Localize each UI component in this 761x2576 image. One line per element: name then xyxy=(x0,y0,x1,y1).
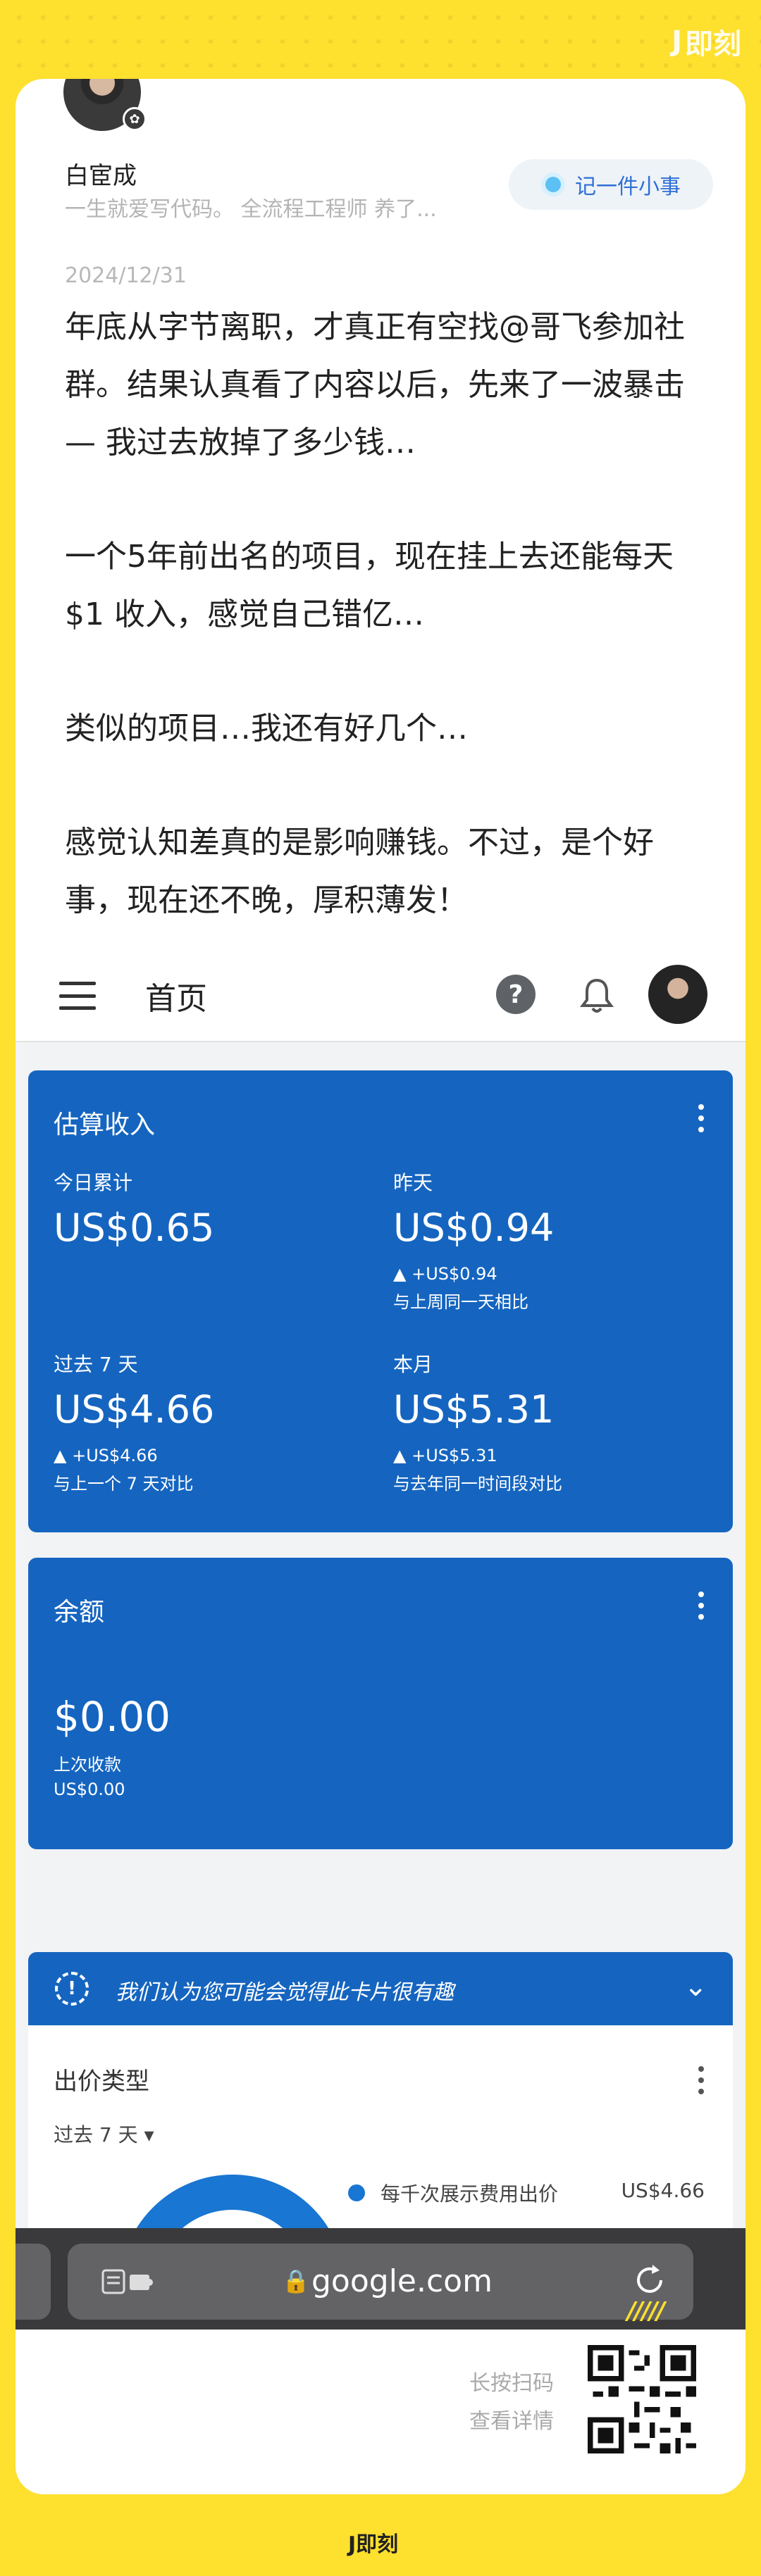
jike-logo-icon: J xyxy=(672,25,682,58)
metric-value: US$5.31 xyxy=(393,1387,555,1432)
post-paragraph: 年底从字节离职，才真正有空找@哥飞参加社群。结果认真看了内容以后，先来了一波暴击… xyxy=(65,309,685,461)
post-body: 年底从字节离职，才真正有空找@哥飞参加社群。结果认真看了内容以后，先来了一波暴击… xyxy=(65,299,699,930)
tip-text: 我们认为您可能会觉得此卡片很有趣 xyxy=(116,1980,454,2005)
more-vert-icon[interactable] xyxy=(698,1592,705,1620)
last-payment-label: 上次收款 xyxy=(54,1755,121,1775)
metric-label: 过去 7 天 xyxy=(54,1353,138,1376)
brand-logo-bottom: J即刻 xyxy=(348,2527,398,2558)
legend-dot xyxy=(348,2184,365,2201)
scan-line-2: 查看详情 xyxy=(469,2409,554,2434)
more-vert-icon[interactable] xyxy=(698,1104,705,1132)
address-bar[interactable]: 🔒 google.com xyxy=(68,2244,693,2320)
metric-change: ▲ +US$0.94 xyxy=(393,1264,497,1284)
metric-label: 昨天 xyxy=(393,1171,433,1194)
previous-tab[interactable] xyxy=(16,2244,51,2320)
bell-icon[interactable] xyxy=(579,976,614,1014)
metric-today: 今日累计 US$0.65 xyxy=(54,1168,214,1250)
card-title: 出价类型 xyxy=(54,2068,149,2096)
metric-compare: 与上周同一天相比 xyxy=(393,1292,528,1312)
background-pattern xyxy=(0,0,761,77)
decorative-slashes: ///// xyxy=(627,2297,665,2325)
brand-name: 即刻 xyxy=(356,2532,399,2557)
brand-name: 即刻 xyxy=(685,28,741,61)
post-date: 2024/12/31 xyxy=(65,263,187,288)
info-icon: ! xyxy=(55,1972,89,2006)
scan-line-1: 长按扫码 xyxy=(469,2371,554,2396)
author-avatar-wrap[interactable]: ✿ xyxy=(61,79,147,134)
url-text: google.com xyxy=(311,2263,493,2299)
metric-value: US$4.66 xyxy=(54,1387,215,1432)
post-paragraph: 一个5年前出名的项目，现在挂上去还能每天 $1 收入，感觉自己错亿… xyxy=(65,539,674,632)
help-icon[interactable]: ? xyxy=(496,975,536,1014)
metric-change: ▲ +US$5.31 xyxy=(393,1446,497,1465)
balance-metric: $0.00 上次收款 US$0.00 xyxy=(54,1683,171,1799)
post-card: ✿ 白宦成 一生就爱写代码。 全流程工程师 养了... 记一件小事 2024/1… xyxy=(16,79,745,2494)
metric-compare: 与去年同一时间段对比 xyxy=(393,1474,562,1494)
qr-code-icon[interactable] xyxy=(588,2345,696,2453)
post-paragraph: 感觉认知差真的是影响赚钱。不过，是个好事，现在还不晚，厚积薄发！ xyxy=(65,825,654,918)
record-note-button[interactable]: 记一件小事 xyxy=(509,159,713,210)
chevron-down-icon[interactable]: ⌄ xyxy=(683,1970,707,2003)
tip-banner[interactable]: ! 我们认为您可能会觉得此卡片很有趣 ⌄ xyxy=(28,1952,733,2025)
avatar[interactable] xyxy=(648,965,707,1024)
estimated-earnings-card[interactable]: 估算收入 今日累计 US$0.65 昨天 US$0.94 ▲ +US$0.94 … xyxy=(28,1070,733,1532)
last-payment-value: US$0.00 xyxy=(54,1780,125,1799)
metric-change: ▲ +US$4.66 xyxy=(54,1446,158,1465)
note-dot-icon xyxy=(541,173,565,196)
brand-logo-top: J 即刻 xyxy=(672,21,741,62)
record-note-label: 记一件小事 xyxy=(575,175,681,199)
adsense-topbar: 首页 ? xyxy=(16,958,745,1042)
legend-value: US$4.66 xyxy=(621,2179,705,2202)
legend-label: 每千次展示费用出价 xyxy=(380,2182,559,2206)
caret-down-icon: ▾ xyxy=(144,2123,154,2146)
menu-icon[interactable] xyxy=(59,982,96,1010)
metric-month: 本月 US$5.31 ▲ +US$5.31 与去年同一时间段对比 xyxy=(393,1349,562,1494)
author-bio: 一生就爱写代码。 全流程工程师 养了... xyxy=(65,197,437,222)
balance-value: $0.00 xyxy=(54,1693,171,1741)
balance-card[interactable]: 余额 $0.00 上次收款 US$0.00 xyxy=(28,1558,733,1849)
metric-compare: 与上一个 7 天对比 xyxy=(54,1474,194,1494)
metric-label: 今日累计 xyxy=(54,1171,133,1194)
card-title: 余额 xyxy=(54,1598,105,1627)
metric-value: US$0.65 xyxy=(54,1206,215,1250)
metric-value: US$0.94 xyxy=(393,1206,555,1250)
author-name[interactable]: 白宦成 xyxy=(65,156,137,191)
reload-icon[interactable] xyxy=(633,2263,667,2297)
jike-logo-icon: J xyxy=(348,2532,357,2557)
range-label: 过去 7 天 xyxy=(54,2123,138,2146)
metric-last7: 过去 7 天 US$4.66 ▲ +US$4.66 与上一个 7 天对比 xyxy=(54,1349,214,1494)
lock-icon: 🔒 xyxy=(282,2268,310,2294)
date-range-dropdown[interactable]: 过去 7 天 ▾ xyxy=(54,2120,154,2148)
more-vert-icon[interactable] xyxy=(698,2066,705,2094)
embedded-screenshot[interactable]: 首页 ? 估算收入 今日累计 US$0.65 昨天 US$0.94 ▲ +US$… xyxy=(16,958,745,2330)
metric-yesterday: 昨天 US$0.94 ▲ +US$0.94 与上周同一天相比 xyxy=(393,1168,554,1313)
gear-icon: ✿ xyxy=(123,107,147,131)
page-title: 首页 xyxy=(145,981,207,1017)
reader-extensions-icon[interactable] xyxy=(101,2268,158,2296)
scan-hint: 长按扫码 查看详情 xyxy=(455,2365,554,2441)
card-title: 估算收入 xyxy=(54,1111,156,1139)
metric-label: 本月 xyxy=(393,1353,433,1376)
post-paragraph: 类似的项目…我还有好几个… xyxy=(65,711,468,746)
